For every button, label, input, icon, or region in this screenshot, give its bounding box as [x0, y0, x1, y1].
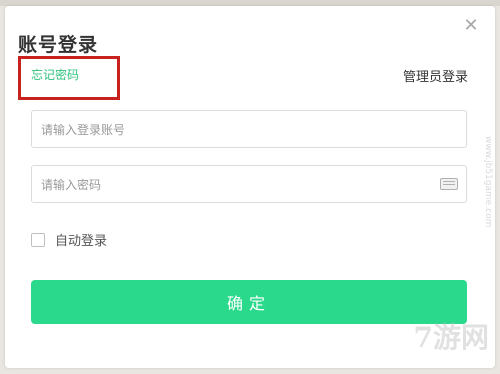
- password-input[interactable]: 请输入密码: [31, 165, 467, 203]
- auto-login-checkbox[interactable]: 自动登录: [31, 230, 107, 249]
- watermark-logo: 7游网: [413, 321, 489, 354]
- password-input-placeholder: 请输入密码: [41, 177, 102, 192]
- close-icon[interactable]: ✕: [463, 17, 479, 35]
- admin-login-link[interactable]: 管理员登录: [403, 66, 468, 85]
- auto-login-label: 自动登录: [55, 234, 108, 249]
- confirm-button[interactable]: 确定: [31, 280, 467, 324]
- login-dialog: ✕ 账号登录 忘记密码 管理员登录 请输入登录账号 请输入密码 自动登录 确定 …: [5, 6, 495, 368]
- checkbox-box[interactable]: [31, 232, 45, 247]
- account-input-placeholder: 请输入登录账号: [41, 122, 126, 137]
- annotation-highlight-box: [18, 56, 120, 100]
- watermark-url: www.jb51game.com: [483, 136, 493, 228]
- account-input[interactable]: 请输入登录账号: [31, 110, 467, 148]
- keyboard-icon[interactable]: [440, 178, 458, 190]
- dialog-title: 账号登录: [18, 34, 99, 56]
